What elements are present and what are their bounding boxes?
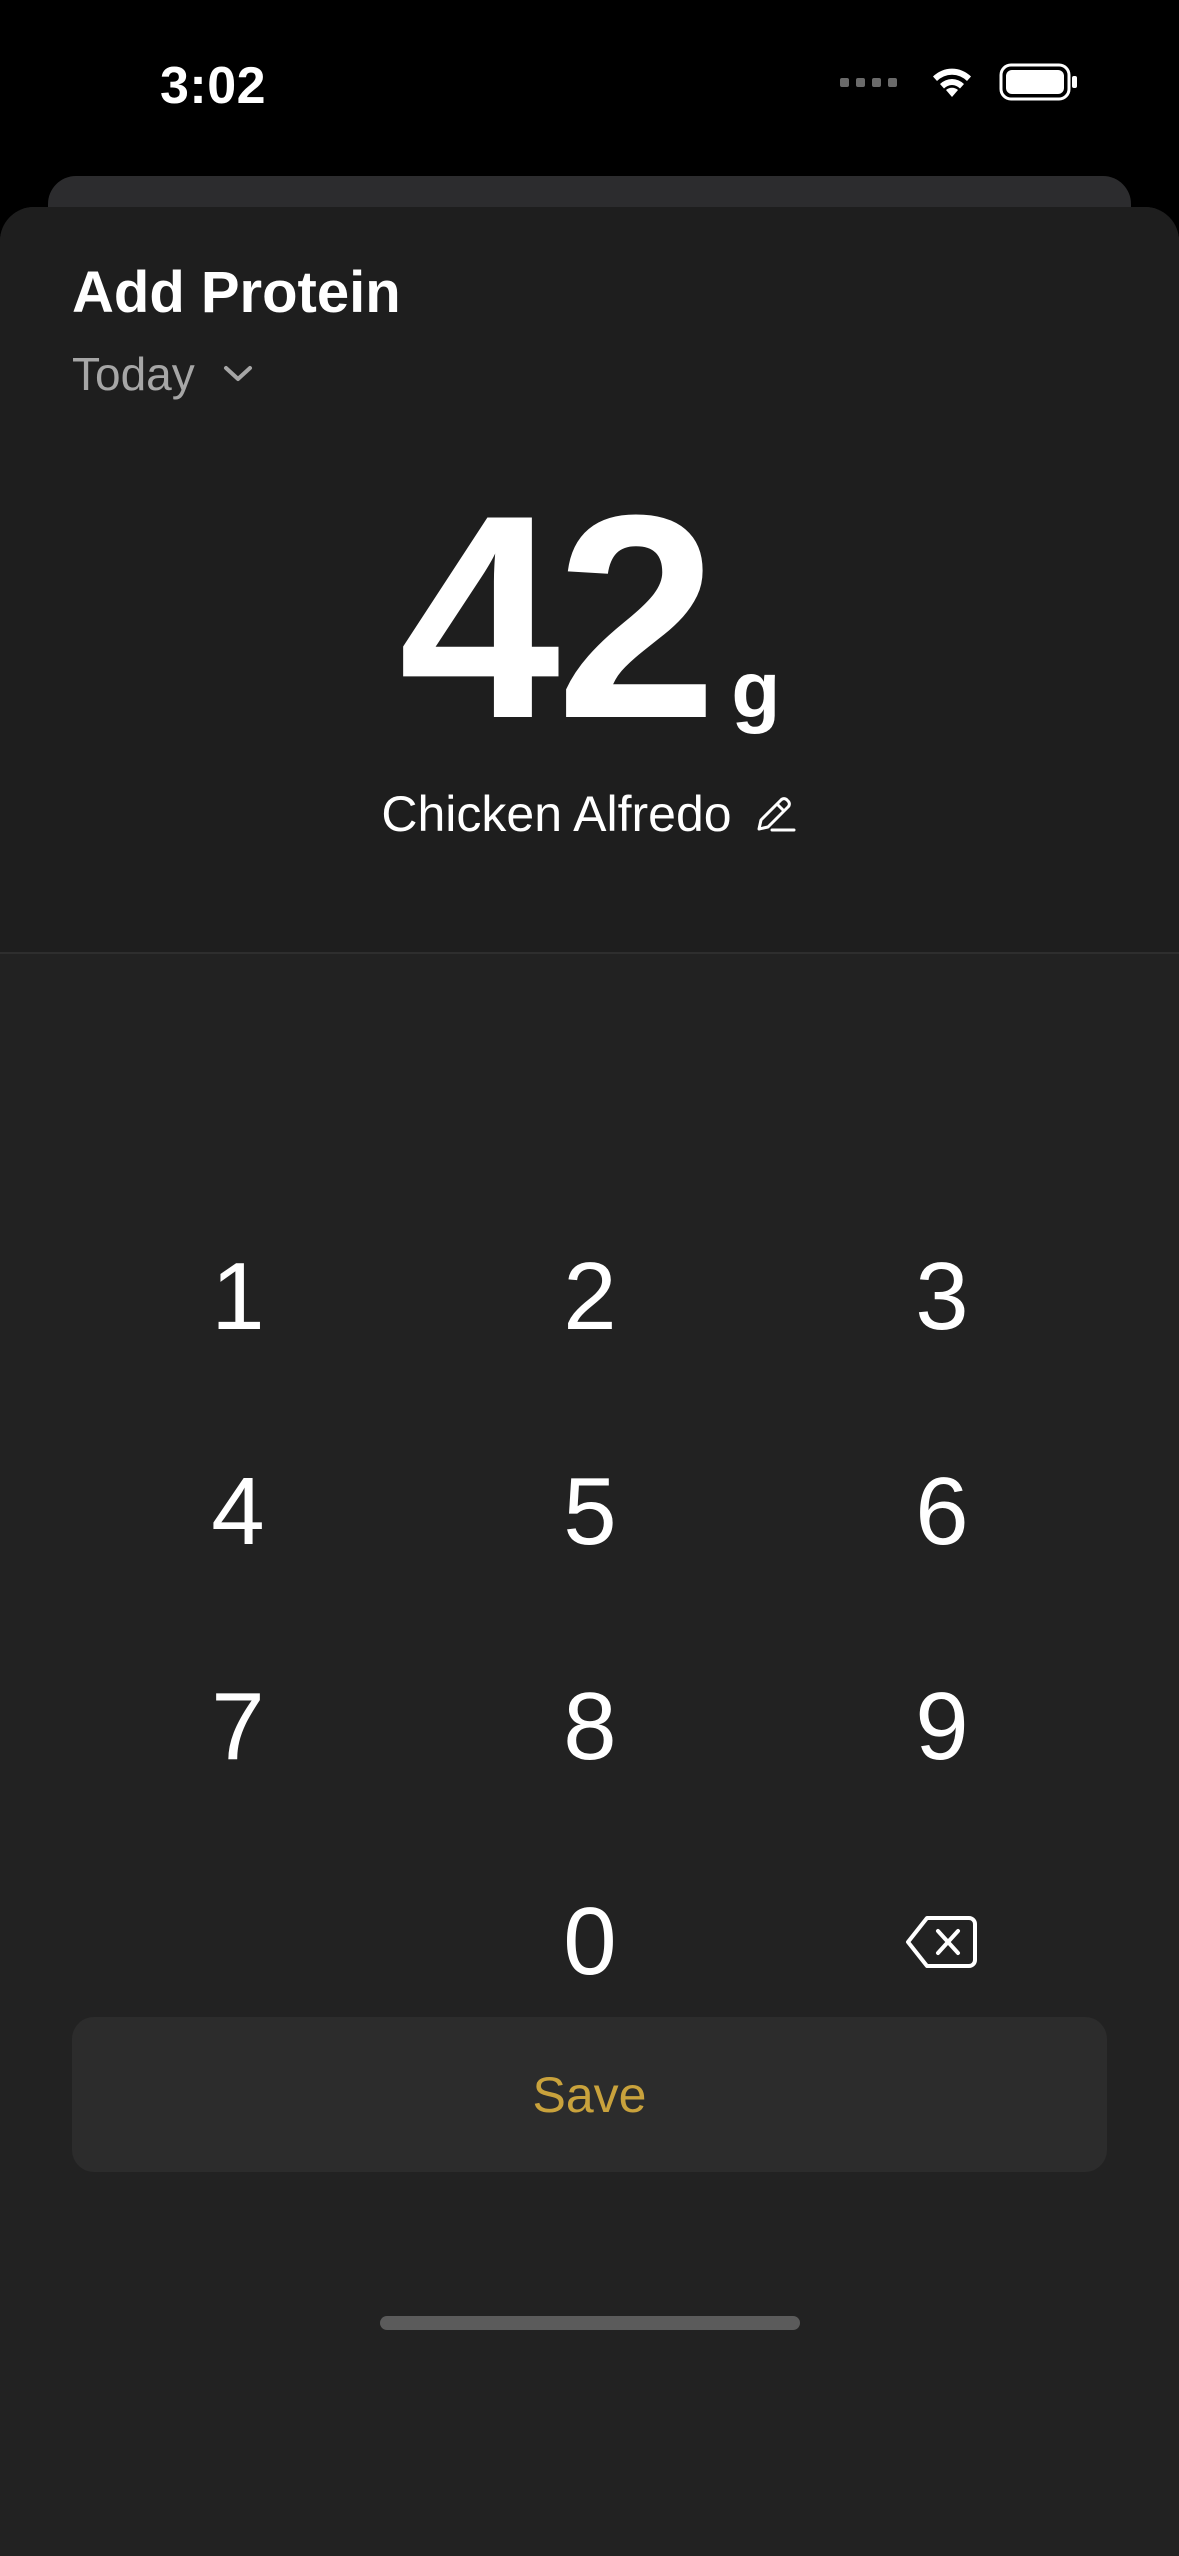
date-selector[interactable]: Today [72, 347, 255, 401]
status-time: 3:02 [160, 57, 267, 115]
key-5[interactable]: 5 [440, 1422, 740, 1602]
pencil-icon [757, 797, 796, 832]
key-3[interactable]: 3 [792, 1207, 1092, 1387]
food-name: Chicken Alfredo [381, 786, 732, 842]
status-icons [840, 62, 1079, 102]
key-8[interactable]: 8 [440, 1637, 740, 1817]
status-bar: 3:02 [0, 0, 1179, 170]
key-6[interactable]: 6 [792, 1422, 1092, 1602]
key-1[interactable]: 1 [88, 1207, 388, 1387]
key-0[interactable]: 0 [440, 1852, 740, 2032]
chevron-down-icon [223, 366, 252, 381]
key-9[interactable]: 9 [792, 1637, 1092, 1817]
key-2[interactable]: 2 [440, 1207, 740, 1387]
backspace-icon [906, 1916, 977, 1968]
key-7[interactable]: 7 [88, 1637, 388, 1817]
key-4[interactable]: 4 [88, 1422, 388, 1602]
delete-key[interactable] [792, 1852, 1092, 2032]
amount-value: 42 [398, 455, 718, 779]
add-protein-sheet: Add Protein Today 42 g Chicken Alfredo 1… [0, 207, 1179, 2556]
food-name-editor[interactable]: Chicken Alfredo [0, 785, 1179, 843]
cellular-signal-icon [840, 77, 897, 87]
date-selector-label: Today [72, 348, 195, 400]
entry-header-card: Add Protein Today 42 g Chicken Alfredo [0, 207, 1179, 954]
amount-display: 42 g [0, 455, 1179, 779]
save-button-label: Save [532, 2066, 647, 2123]
battery-icon [999, 63, 1077, 101]
wifi-icon [933, 68, 971, 97]
amount-unit: g [731, 645, 781, 734]
home-indicator[interactable] [380, 2316, 800, 2330]
sheet-title: Add Protein [72, 260, 401, 325]
save-button[interactable]: Save [72, 2017, 1107, 2172]
